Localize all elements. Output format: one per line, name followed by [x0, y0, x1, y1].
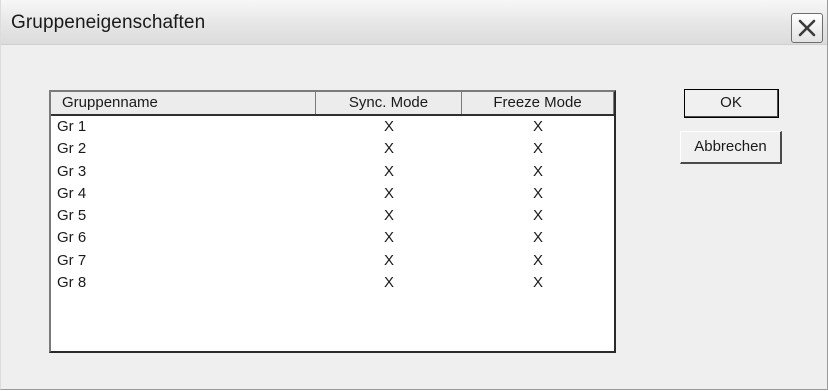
list-item[interactable]: Gr 6 X X: [51, 227, 614, 249]
sync-mode-value: X: [383, 184, 394, 202]
sync-mode-value: X: [383, 229, 394, 247]
sync-mode-value: X: [383, 140, 394, 158]
group-name: Gr 1: [57, 118, 87, 135]
list-rows: Gr 1 X X Gr 2 X X Gr 3 X X Gr 4 X X Gr 5: [51, 116, 614, 294]
title-bar[interactable]: Gruppeneigenschaften: [1, 0, 827, 45]
freeze-mode-value: X: [532, 140, 543, 158]
close-button[interactable]: [791, 13, 823, 43]
freeze-mode-value: X: [532, 207, 543, 225]
group-name: Gr 7: [57, 251, 87, 269]
ok-button[interactable]: OK: [684, 89, 779, 118]
sync-mode-value: X: [383, 118, 394, 135]
freeze-mode-value: X: [532, 184, 543, 202]
list-header: Gruppenname Sync. Mode Freeze Mode: [51, 92, 614, 116]
group-name: Gr 5: [57, 207, 87, 225]
freeze-mode-value: X: [532, 274, 543, 292]
group-name: Gr 3: [57, 162, 87, 180]
sync-mode-value: X: [383, 251, 394, 269]
list-item[interactable]: Gr 4 X X: [51, 183, 614, 205]
freeze-mode-value: X: [532, 251, 543, 269]
list-item[interactable]: Gr 1 X X: [51, 116, 614, 138]
group-name: Gr 2: [57, 140, 87, 158]
column-header-group-name[interactable]: Gruppenname: [51, 92, 316, 114]
group-name: Gr 4: [57, 184, 87, 202]
freeze-mode-value: X: [532, 229, 543, 247]
sync-mode-value: X: [383, 207, 394, 225]
close-icon: [798, 19, 816, 37]
list-item[interactable]: Gr 2 X X: [51, 138, 614, 160]
list-item[interactable]: Gr 7 X X: [51, 250, 614, 272]
list-item[interactable]: Gr 5 X X: [51, 205, 614, 227]
group-list[interactable]: Gruppenname Sync. Mode Freeze Mode Gr 1 …: [49, 90, 616, 353]
sync-mode-value: X: [383, 162, 394, 180]
freeze-mode-value: X: [532, 162, 543, 180]
cancel-button[interactable]: Abbrechen: [680, 131, 782, 164]
group-name: Gr 6: [57, 229, 87, 247]
window-title: Gruppeneigenschaften: [11, 12, 206, 33]
column-header-freeze-mode[interactable]: Freeze Mode: [462, 92, 614, 114]
list-item[interactable]: Gr 8 X X: [51, 272, 614, 294]
list-item[interactable]: Gr 3 X X: [51, 161, 614, 183]
column-header-sync-mode[interactable]: Sync. Mode: [316, 92, 462, 114]
freeze-mode-value: X: [532, 118, 543, 135]
group-properties-dialog: Gruppeneigenschaften Gruppenname Sync. M…: [0, 0, 828, 390]
group-name: Gr 8: [57, 274, 87, 292]
sync-mode-value: X: [383, 274, 394, 292]
